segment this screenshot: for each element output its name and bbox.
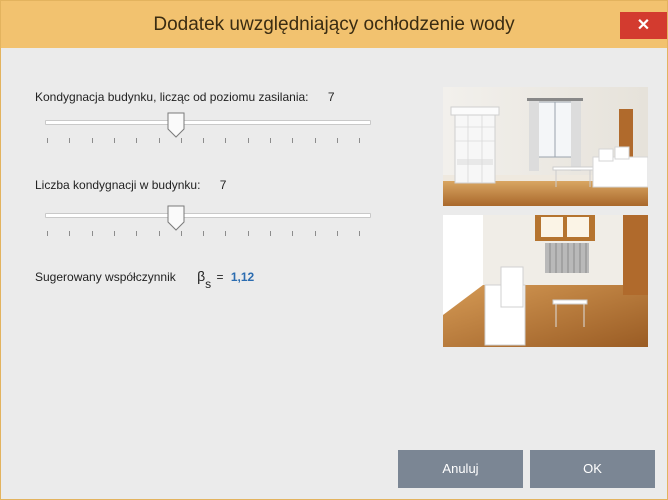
room-image-top <box>443 87 648 206</box>
beta-symbol: β <box>197 268 206 284</box>
slider-tick <box>225 231 227 236</box>
slider-tick <box>136 231 138 236</box>
beta-subscript: s <box>205 277 212 292</box>
floor-slider-label-text: Kondygnacja budynku, licząc od poziomu z… <box>35 90 309 104</box>
floor-slider-track[interactable] <box>45 120 371 125</box>
slider-tick <box>270 138 271 143</box>
slider-tick <box>247 138 249 143</box>
floors-count-value: 7 <box>219 178 227 192</box>
slider-tick <box>180 138 182 143</box>
equals-sign: = <box>216 270 224 284</box>
slider-tick <box>180 231 182 236</box>
floors-count-slider-track[interactable] <box>45 213 371 218</box>
floors-count-label-text: Liczba kondygnacji w budynku: <box>35 178 201 192</box>
floors-count-slider-thumb[interactable] <box>167 205 185 231</box>
floor-slider-label: Kondygnacja budynku, licząc od poziomu z… <box>35 90 335 104</box>
floors-count-label: Liczba kondygnacji w budynku: 7 <box>35 178 226 192</box>
slider-tick <box>158 138 160 143</box>
slider-tick <box>203 231 205 236</box>
slider-tick <box>203 138 205 143</box>
slider-tick <box>314 138 316 143</box>
slider-tick <box>314 231 316 236</box>
coefficient-row: Sugerowany współczynnik βs = 1,12 <box>35 268 255 291</box>
slider-tick <box>47 138 48 143</box>
slider-tick <box>336 138 338 143</box>
slider-tick <box>69 138 71 143</box>
ok-button[interactable]: OK <box>530 450 655 488</box>
slider-tick <box>270 231 271 236</box>
slider-tick <box>47 231 48 236</box>
floor-slider[interactable] <box>45 112 375 152</box>
slider-tick <box>336 231 338 236</box>
close-button[interactable]: ✕ <box>620 12 667 39</box>
cancel-button[interactable]: Anuluj <box>398 450 523 488</box>
slider-tick <box>91 138 93 143</box>
slider-tick <box>225 138 227 143</box>
slider-tick <box>113 138 115 143</box>
slider-tick <box>247 231 249 236</box>
dialog-content: Kondygnacja budynku, licząc od poziomu z… <box>1 48 667 499</box>
title-bar: Dodatek uwzględniający ochłodzenie wody … <box>1 1 667 48</box>
coefficient-value: 1,12 <box>230 270 255 284</box>
close-icon: ✕ <box>636 17 651 34</box>
slider-tick <box>91 231 93 236</box>
slider-tick <box>113 231 115 236</box>
dialog-window: Dodatek uwzględniający ochłodzenie wody … <box>0 0 668 500</box>
room-image-bottom <box>443 215 648 347</box>
slider-tick <box>69 231 71 236</box>
room-with-stove-illustration <box>443 87 648 206</box>
slider-tick <box>158 231 160 236</box>
slider-tick <box>359 138 361 143</box>
floors-count-slider[interactable] <box>45 205 375 245</box>
floor-slider-value: 7 <box>327 90 335 104</box>
slider-tick <box>359 231 361 236</box>
room-with-radiator-illustration <box>443 215 648 347</box>
slider-tick <box>292 231 294 236</box>
slider-tick <box>292 138 294 143</box>
slider-tick <box>136 138 138 143</box>
floor-slider-thumb[interactable] <box>167 112 185 138</box>
dialog-title: Dodatek uwzględniający ochłodzenie wody <box>153 14 515 35</box>
coefficient-label: Sugerowany współczynnik <box>35 270 176 284</box>
